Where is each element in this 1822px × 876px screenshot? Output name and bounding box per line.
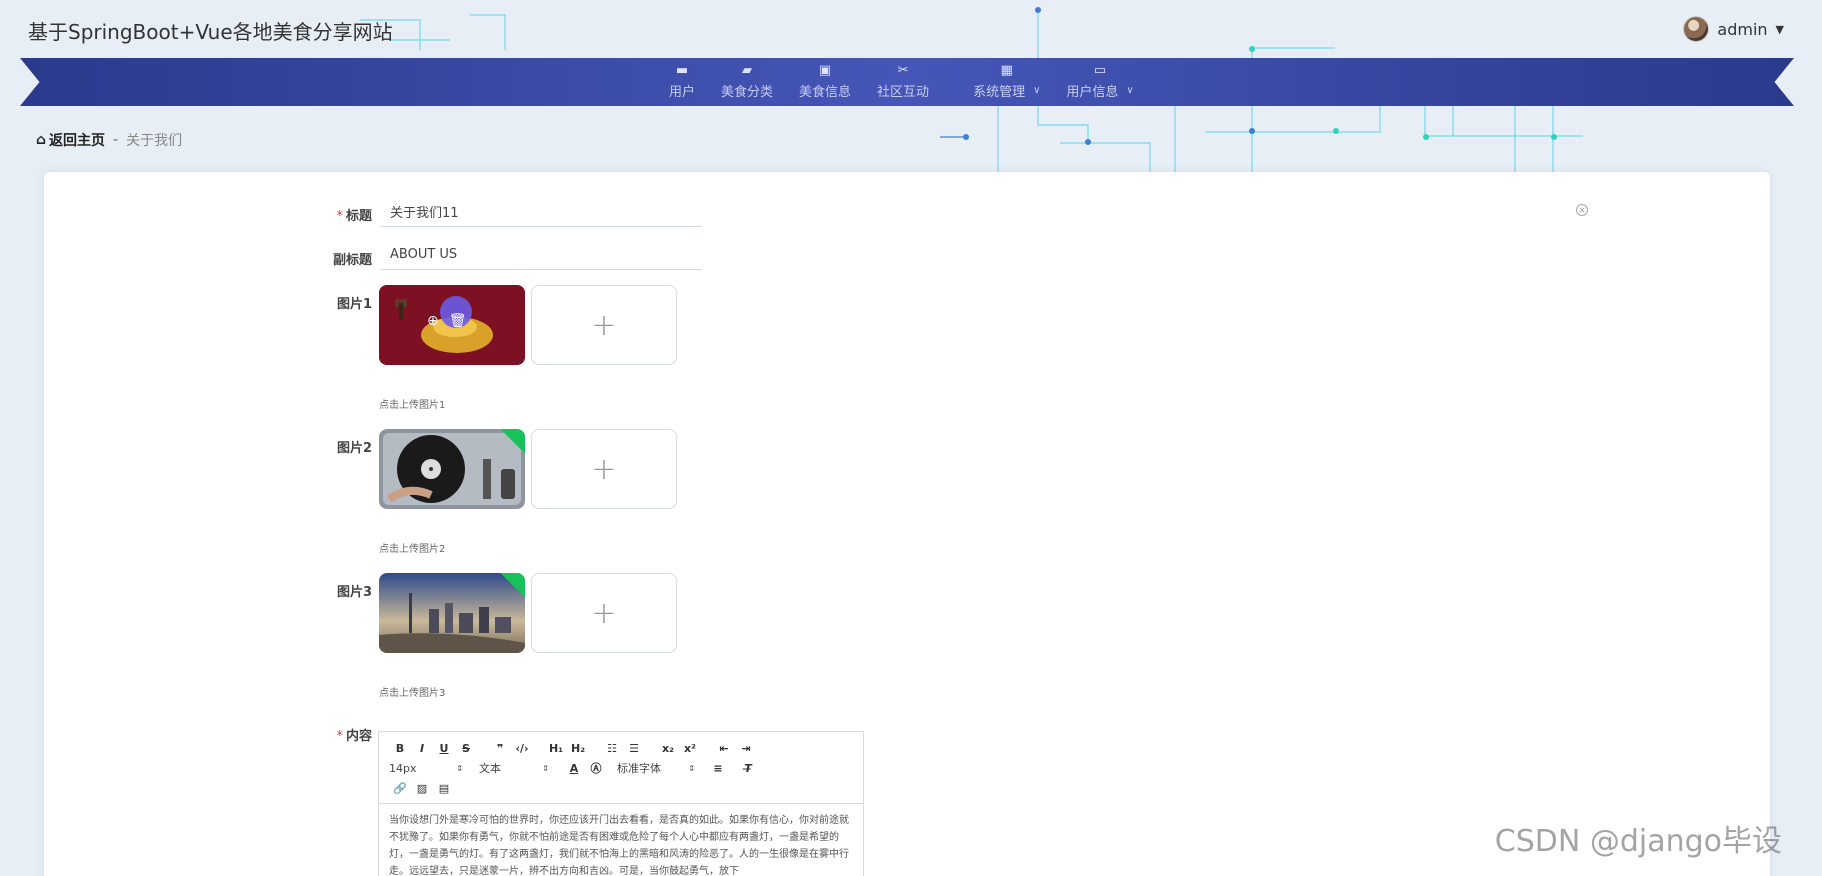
ordered-list-icon[interactable]: ☷	[601, 742, 623, 755]
app-title: 基于SpringBoot+Vue各地美食分享网站	[28, 20, 393, 44]
image1-label: 图片1	[336, 297, 372, 312]
heading2-icon[interactable]: H₂	[567, 742, 589, 755]
nav-item-community[interactable]: ✂ 社区互动	[864, 58, 942, 106]
image3-hint: 点击上传图片3	[379, 688, 446, 699]
image1-uploader[interactable]: +	[531, 285, 677, 365]
image-icon[interactable]: ▨	[411, 782, 433, 795]
indent-icon[interactable]: ⇥	[735, 742, 757, 755]
watermark: CSDN @django毕设	[1494, 824, 1782, 859]
food-icon: ▰	[742, 63, 753, 78]
plus-icon: +	[591, 595, 617, 631]
title-input[interactable]	[380, 197, 702, 227]
superscript-icon[interactable]: x²	[679, 742, 701, 755]
card-icon: ▭	[1093, 63, 1107, 78]
monitor-icon: ▬	[675, 63, 689, 78]
underline-icon[interactable]: U	[433, 742, 455, 755]
updown-icon: ⇕	[688, 763, 695, 773]
plus-icon: +	[591, 451, 617, 487]
required-mark: *	[336, 729, 343, 744]
bullet-list-icon[interactable]: ☰	[623, 742, 645, 755]
form-card	[44, 172, 1770, 876]
breadcrumb-current: 关于我们	[126, 133, 183, 149]
nav-item-user-info[interactable]: ▭ 用户信息 ∨	[1053, 58, 1146, 106]
nav-item-food-info[interactable]: ▣ 美食信息	[786, 58, 864, 106]
image2-label: 图片2	[336, 441, 372, 456]
clear-icon[interactable]: ✕	[1576, 204, 1588, 216]
code-block-icon[interactable]: ‹/›	[511, 742, 533, 755]
outdent-icon[interactable]: ⇤	[713, 742, 735, 755]
image1-hint: 点击上传图片1	[379, 400, 446, 411]
plus-icon: +	[591, 307, 617, 343]
font-color-icon[interactable]: A	[563, 762, 585, 775]
nav-item-label: 社区互动	[877, 85, 930, 100]
italic-icon[interactable]: I	[411, 742, 433, 755]
updown-icon: ⇕	[542, 763, 549, 773]
nav-item-label: 系统管理	[973, 85, 1026, 100]
subscript-icon[interactable]: x₂	[657, 742, 679, 755]
clear-format-icon[interactable]: T̶	[737, 762, 759, 775]
user-menu[interactable]: admin ▼	[1683, 16, 1784, 42]
editor-content[interactable]: 当你设想门外是寒冷可怕的世界时，你还应该开门出去看看，是否真的如此。如果你有信心…	[379, 804, 863, 876]
home-icon: ⌂	[36, 132, 47, 148]
nav-menu: ▬ 用户 ▰ 美食分类 ▣ 美食信息 ✂ 社区互动 ▦ 系统管理 ∨ ▭ 用户信息…	[656, 58, 1147, 106]
breadcrumb: ⌂ 返回主页 - 关于我们	[36, 130, 182, 150]
content-label: * 内容	[336, 729, 372, 744]
link-icon[interactable]: 🔗	[389, 782, 411, 795]
title-label: * 标题	[336, 209, 372, 224]
username[interactable]: admin	[1717, 20, 1767, 39]
strikethrough-icon[interactable]: S	[455, 742, 477, 755]
rich-text-editor: B I U S ❞ ‹/› H₁ H₂ ☷ ☰ x₂ x² ⇤ ⇥ 14px ⇕ …	[378, 731, 864, 876]
avatar[interactable]	[1683, 16, 1710, 42]
image3-uploader[interactable]: +	[531, 573, 677, 653]
image1-thumbnail[interactable]: ⊕ 🗑	[379, 285, 525, 365]
chevron-down-icon: ∨	[1126, 85, 1134, 96]
caret-down-icon[interactable]: ▼	[1776, 23, 1784, 36]
image3-label: 图片3	[336, 585, 372, 600]
top-header: 基于SpringBoot+Vue各地美食分享网站 admin ▼	[0, 0, 1822, 58]
thumbnail-actions: ⊕ 🗑	[427, 313, 467, 329]
nav-item-label: 用户信息	[1066, 85, 1119, 100]
breadcrumb-separator: -	[113, 132, 119, 148]
breadcrumb-home-label[interactable]: 返回主页	[49, 130, 105, 150]
nav-item-label: 用户	[669, 85, 696, 100]
subtitle-input[interactable]	[380, 240, 702, 270]
nav-item-system[interactable]: ▦ 系统管理 ∨	[960, 58, 1053, 106]
clipboard-icon: ▣	[818, 63, 832, 78]
bold-icon[interactable]: B	[389, 742, 411, 755]
nav-item-label: 美食信息	[799, 85, 852, 100]
breadcrumb-home[interactable]: ⌂ 返回主页	[36, 130, 105, 150]
background-color-icon[interactable]: Ⓐ	[585, 760, 607, 776]
chevron-down-icon: ∨	[1033, 85, 1041, 96]
video-icon[interactable]: ▤	[433, 782, 455, 795]
image2-picture	[379, 429, 525, 509]
editor-toolbar: B I U S ❞ ‹/› H₁ H₂ ☷ ☰ x₂ x² ⇤ ⇥ 14px ⇕ …	[379, 732, 863, 804]
delete-icon[interactable]: 🗑	[449, 313, 467, 329]
grid-icon: ▦	[1000, 63, 1013, 78]
nav-item-label: 美食分类	[721, 85, 774, 100]
required-mark: *	[336, 209, 343, 224]
image2-hint: 点击上传图片2	[379, 544, 446, 555]
header-select[interactable]: 文本 ⇕	[479, 760, 555, 776]
nav-item-food-category[interactable]: ▰ 美食分类	[708, 58, 786, 106]
subtitle-label: 副标题	[332, 253, 372, 268]
ticket-icon: ✂	[897, 63, 909, 78]
font-size-select[interactable]: 14px ⇕	[389, 762, 469, 775]
heading1-icon[interactable]: H₁	[545, 742, 567, 755]
align-icon[interactable]: ≡	[707, 762, 729, 775]
image2-thumbnail[interactable]	[379, 429, 525, 509]
image2-uploader[interactable]: +	[531, 429, 677, 509]
font-family-select[interactable]: 标准字体 ⇕	[617, 760, 701, 776]
updown-icon: ⇕	[456, 763, 463, 773]
image3-picture	[379, 573, 525, 653]
nav-item-users[interactable]: ▬ 用户	[656, 58, 708, 106]
blockquote-icon[interactable]: ❞	[489, 742, 511, 755]
image3-thumbnail[interactable]	[379, 573, 525, 653]
zoom-in-icon[interactable]: ⊕	[427, 313, 439, 329]
